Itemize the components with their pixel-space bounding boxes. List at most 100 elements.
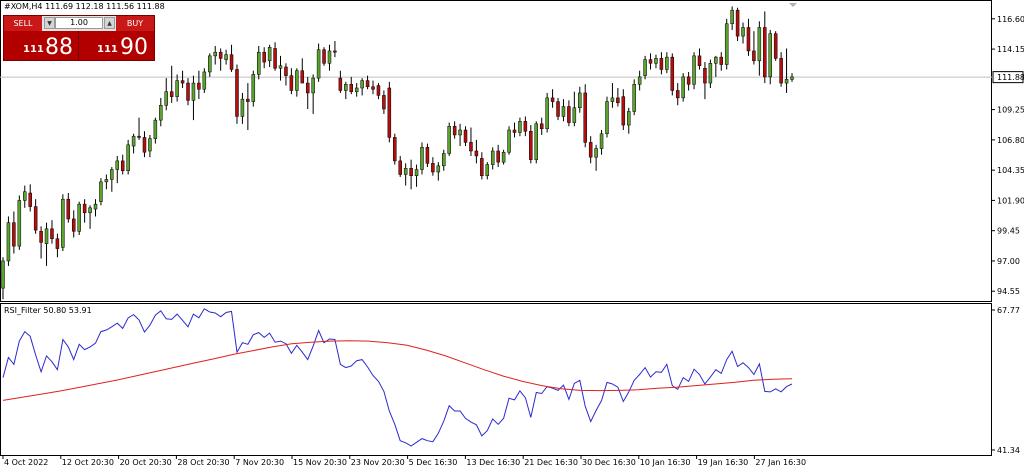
candle-body-bear xyxy=(120,160,125,172)
candle-body-bear xyxy=(697,55,702,67)
candle xyxy=(61,194,65,252)
candle-body-bull xyxy=(311,77,315,94)
candle-body-bull xyxy=(327,50,332,64)
candle xyxy=(730,6,734,30)
candle-body-bear xyxy=(496,150,500,163)
candle-body-bull xyxy=(665,56,669,70)
lot-increase-arrow-icon[interactable]: ▲ xyxy=(104,17,115,29)
candle-body-bull xyxy=(643,59,647,76)
candle-body-bull xyxy=(545,97,549,130)
candle-body-bull xyxy=(681,76,685,99)
candle xyxy=(675,83,680,106)
candle-body-bear xyxy=(387,87,392,138)
candle xyxy=(442,149,446,171)
price-axis-label: 99.45 xyxy=(997,227,1020,236)
buy-price-big: 90 xyxy=(120,35,148,60)
price-axis-label: 101.90 xyxy=(997,196,1024,205)
candle xyxy=(610,83,615,108)
candle xyxy=(512,122,517,138)
sell-button[interactable]: SELL xyxy=(4,16,42,31)
sell-price-button[interactable]: 111 88 xyxy=(4,31,79,60)
candle-body-bear xyxy=(322,49,326,64)
candle-body-bull xyxy=(23,191,27,201)
candle-body-bull xyxy=(507,129,511,153)
candle xyxy=(284,63,288,86)
candle-body-bull xyxy=(175,80,179,97)
time-axis-label: 27 Jan 16:30 xyxy=(755,458,806,467)
chart-scroll-arrow-icon[interactable] xyxy=(789,3,797,7)
time-axis-label: 30 Dec 16:30 xyxy=(582,458,636,467)
candle xyxy=(507,126,511,155)
candle-body-bull xyxy=(714,56,718,64)
candle-body-bull xyxy=(708,63,713,84)
buy-price-small: 111 xyxy=(97,44,118,55)
candle-body-bear xyxy=(376,85,381,96)
candle-body-bull xyxy=(501,151,506,163)
candle xyxy=(599,130,604,155)
candle-body-bull xyxy=(730,9,734,25)
candle xyxy=(431,157,435,176)
candle-body-bear xyxy=(28,192,32,207)
candle-body-bull xyxy=(632,84,636,112)
candle-body-bear xyxy=(365,80,370,88)
candle xyxy=(333,41,337,58)
candle xyxy=(229,44,234,72)
candle-body-bear xyxy=(752,50,756,62)
candle-body-bear xyxy=(512,129,517,133)
candle xyxy=(398,155,402,177)
candle-body-bull xyxy=(790,76,794,80)
candle xyxy=(529,125,533,164)
candle xyxy=(665,52,669,74)
candle-body-bull xyxy=(153,119,158,139)
price-axis: 116.60 114.15 109.25 106.80 104.35 101.90 99.4… xyxy=(992,15,1024,296)
candle-body-bull xyxy=(44,228,49,244)
candle-body-bull xyxy=(403,168,408,175)
candle xyxy=(104,174,109,190)
candle-body-bear xyxy=(273,48,277,69)
rsi-axis: 67.77 41.34 xyxy=(992,306,1020,455)
candle-body-bull xyxy=(131,135,136,147)
candle xyxy=(578,86,582,113)
time-axis-label: 21 Dec 16:30 xyxy=(524,458,578,467)
lot-size-input[interactable] xyxy=(55,17,103,29)
current-price-label: 111.88 xyxy=(992,71,1024,84)
candle-body-bear xyxy=(333,50,337,53)
candle-body-bull xyxy=(447,126,451,154)
candle xyxy=(360,78,364,96)
candle-body-bull xyxy=(436,165,441,173)
candle-body-bull xyxy=(208,55,212,73)
candle xyxy=(496,144,500,168)
buy-price-button[interactable]: 111 90 xyxy=(80,31,154,60)
price-axis-label: 114.15 xyxy=(997,45,1024,54)
candle-body-bear xyxy=(659,58,664,70)
candle-body-bull xyxy=(213,51,217,57)
candle-body-bear xyxy=(71,218,76,232)
candle xyxy=(768,29,772,85)
candle xyxy=(393,133,397,165)
candle xyxy=(71,210,76,238)
candle xyxy=(463,126,468,147)
candle xyxy=(621,89,626,130)
candle-body-bear xyxy=(588,142,593,158)
candle-body-bear xyxy=(583,92,587,143)
candle xyxy=(213,46,217,65)
price-chart[interactable]: 116.60 114.15 109.25 106.80 104.35 101.90 99.4… xyxy=(0,0,1024,469)
candle-body-bear xyxy=(469,142,473,152)
time-axis-label: 10 Jan 16:30 xyxy=(640,458,691,467)
candle-body-bull xyxy=(316,49,321,79)
candle xyxy=(714,55,718,77)
lot-decrease-arrow-icon[interactable]: ▼ xyxy=(44,17,55,29)
candle-body-bull xyxy=(17,200,22,247)
time-axis-label: 20 Oct 20:30 xyxy=(120,458,172,467)
chart-title: #XOM,H4 111.69 112.18 111.56 111.88 xyxy=(4,2,165,11)
candle xyxy=(142,131,147,158)
candle xyxy=(605,96,609,138)
candle-body-bear xyxy=(675,90,680,99)
candle xyxy=(246,83,250,130)
candle-body-bear xyxy=(229,54,234,70)
candle xyxy=(719,52,724,71)
buy-button[interactable]: BUY xyxy=(116,16,154,31)
candle xyxy=(561,99,566,122)
candle-body-bull xyxy=(240,98,245,117)
candle-body-bear xyxy=(539,123,544,130)
